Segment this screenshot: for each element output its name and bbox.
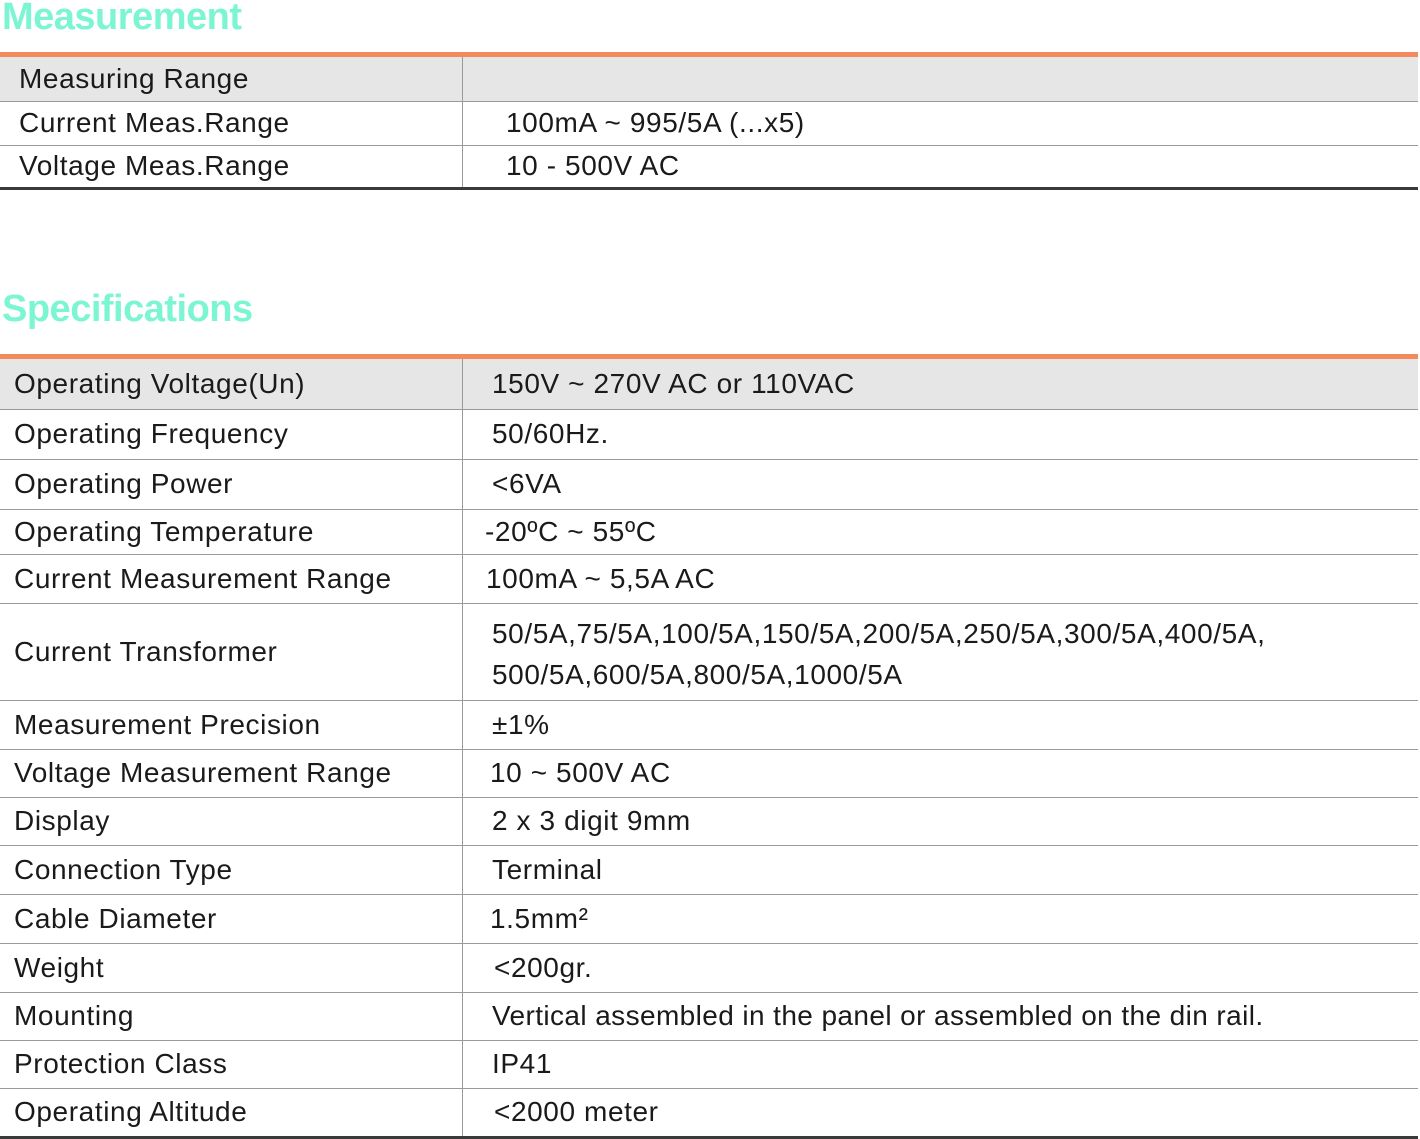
table-row: Weight <200gr. — [0, 944, 1418, 993]
row-value: Vertical assembled in the panel or assem… — [492, 1000, 1264, 1032]
table-row: Voltage Measurement Range 10 ~ 500V AC — [0, 750, 1418, 798]
row-label: Operating Temperature — [0, 510, 463, 554]
row-label: Mounting — [0, 993, 463, 1040]
table-row: Voltage Meas.Range 10 - 500V AC — [0, 146, 1418, 187]
row-label: Connection Type — [0, 846, 463, 894]
row-label: Current Transformer — [0, 604, 463, 700]
row-value: Terminal — [492, 853, 603, 885]
row-value: <6VA — [492, 468, 562, 500]
row-label: Current Measurement Range — [0, 555, 463, 603]
row-value: IP41 — [492, 1048, 552, 1080]
row-value — [463, 57, 1418, 101]
table-row: Measuring Range — [0, 57, 1418, 102]
row-value: 150V ~ 270V AC or 110VAC — [492, 367, 855, 399]
row-value-line: 50/5A,75/5A,100/5A,150/5A,200/5A,250/5A,… — [492, 618, 1266, 649]
row-label: Operating Altitude — [0, 1089, 463, 1136]
table-row: Operating Frequency 50/60Hz. — [0, 410, 1418, 460]
row-value: ±1% — [492, 708, 550, 740]
row-label: Cable Diameter — [0, 895, 463, 943]
row-label: Protection Class — [0, 1041, 463, 1088]
row-label: Current Meas.Range — [0, 102, 463, 145]
table-row: Mounting Vertical assembled in the panel… — [0, 993, 1418, 1041]
row-label: Operating Power — [0, 460, 463, 509]
specifications-table: Operating Voltage(Un) 150V ~ 270V AC or … — [0, 354, 1418, 1139]
row-value: 10 ~ 500V AC — [490, 757, 671, 789]
row-value: 2 x 3 digit 9mm — [492, 805, 691, 837]
row-label: Display — [0, 798, 463, 845]
table-row: Protection Class IP41 — [0, 1041, 1418, 1089]
row-label: Operating Voltage(Un) — [0, 359, 463, 409]
row-value: 1.5mm² — [490, 902, 589, 934]
row-value: -20ºC ~ 55ºC — [485, 515, 657, 547]
row-value: <200gr. — [494, 951, 593, 983]
measurement-title: Measurement — [2, 0, 242, 38]
row-label: Measuring Range — [0, 57, 463, 101]
row-value: 100mA ~ 5,5A AC — [486, 562, 716, 594]
measurement-table: Measuring Range Current Meas.Range 100mA… — [0, 52, 1418, 190]
row-value: 50/5A,75/5A,100/5A,150/5A,200/5A,250/5A,… — [463, 604, 1418, 700]
row-value: 50/60Hz. — [492, 418, 609, 450]
table-row: Cable Diameter 1.5mm² — [0, 895, 1418, 944]
table-row: Current Transformer 50/5A,75/5A,100/5A,1… — [0, 604, 1418, 701]
row-label: Measurement Precision — [0, 701, 463, 749]
table-row: Operating Temperature -20ºC ~ 55ºC — [0, 510, 1418, 555]
table-row: Measurement Precision ±1% — [0, 701, 1418, 750]
row-value-line: 500/5A,600/5A,800/5A,1000/5A — [492, 658, 903, 690]
row-label: Voltage Measurement Range — [0, 750, 463, 797]
row-label: Weight — [0, 944, 463, 992]
table-row: Current Meas.Range 100mA ~ 995/5A (...x5… — [0, 102, 1418, 146]
table-row: Connection Type Terminal — [0, 846, 1418, 895]
table-row: Operating Voltage(Un) 150V ~ 270V AC or … — [0, 359, 1418, 410]
table-row: Current Measurement Range 100mA ~ 5,5A A… — [0, 555, 1418, 604]
row-value: 100mA ~ 995/5A (...x5) — [506, 107, 805, 139]
specifications-title: Specifications — [2, 288, 253, 330]
table-row: Display 2 x 3 digit 9mm — [0, 798, 1418, 846]
row-label: Operating Frequency — [0, 410, 463, 459]
table-row: Operating Power <6VA — [0, 460, 1418, 510]
row-value: <2000 meter — [494, 1096, 659, 1128]
row-value: 10 - 500V AC — [506, 150, 680, 182]
row-label: Voltage Meas.Range — [0, 146, 463, 187]
table-row: Operating Altitude <2000 meter — [0, 1089, 1418, 1136]
